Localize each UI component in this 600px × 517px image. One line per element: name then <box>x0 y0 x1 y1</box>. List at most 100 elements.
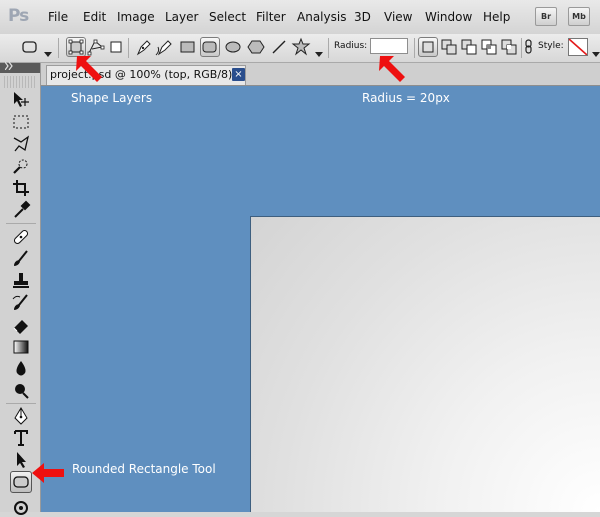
freeform-pen-button[interactable] <box>155 37 175 57</box>
ellipse-icon <box>225 41 241 53</box>
custom-shape-icon <box>291 37 311 56</box>
menu-analysis[interactable]: Analysis <box>297 10 346 24</box>
rounded-rect-icon <box>22 41 37 53</box>
menu-file[interactable]: File <box>48 10 68 24</box>
annotation-arrow <box>32 463 64 483</box>
move-icon <box>14 92 29 107</box>
pen-tool-button[interactable] <box>134 37 154 57</box>
menu-view[interactable]: View <box>384 10 412 24</box>
exclude-shape-icon <box>501 39 517 55</box>
rounded-rectangle-tool[interactable] <box>10 471 32 493</box>
menu-help[interactable]: Help <box>483 10 510 24</box>
custom-shape-tool-button[interactable] <box>291 37 311 57</box>
divider <box>128 38 129 58</box>
move-tool[interactable] <box>10 89 32 111</box>
line-icon <box>272 40 286 54</box>
pen-icon <box>14 407 28 425</box>
panel-grip[interactable] <box>4 76 36 88</box>
gradient-tool[interactable] <box>10 336 32 358</box>
link-style-button[interactable] <box>524 37 534 57</box>
lasso-tool[interactable] <box>10 133 32 155</box>
radius-input[interactable] <box>370 38 408 54</box>
pen-tool[interactable] <box>10 405 32 427</box>
exclude-overlapping-areas-button[interactable] <box>499 37 519 57</box>
divider <box>58 38 59 58</box>
radius-label: Radius: <box>334 41 368 51</box>
double-chevron-icon[interactable] <box>4 61 15 72</box>
fill-pixels-button[interactable] <box>106 37 126 57</box>
polygon-icon <box>247 40 265 54</box>
clone-stamp-tool[interactable] <box>10 270 32 292</box>
line-tool-button[interactable] <box>269 37 289 57</box>
chevron-down-icon[interactable] <box>44 43 52 62</box>
type-tool[interactable] <box>10 427 32 449</box>
add-to-shape-area-button[interactable] <box>439 37 459 57</box>
new-shape-icon <box>422 41 434 53</box>
annotation-radius: Radius = 20px <box>362 91 450 105</box>
eyedropper-tool[interactable] <box>10 199 32 221</box>
rectangle-tool-button[interactable] <box>178 37 198 57</box>
history-brush-tool[interactable] <box>10 292 32 314</box>
add-shape-icon <box>441 39 457 55</box>
bridge-button[interactable]: Br <box>535 7 557 26</box>
rectangle-icon <box>180 41 195 53</box>
history-brush-icon <box>12 294 28 310</box>
menu-window[interactable]: Window <box>425 10 472 24</box>
eraser-tool[interactable] <box>10 314 32 336</box>
chevron-down-icon[interactable] <box>315 43 323 62</box>
mini-bridge-button[interactable]: Mb <box>568 7 590 26</box>
menu-edit[interactable]: Edit <box>83 10 106 24</box>
link-icon <box>525 39 532 54</box>
stamp-icon <box>13 273 29 288</box>
rounded-rect-icon <box>202 41 217 53</box>
subtract-from-shape-area-button[interactable] <box>459 37 479 57</box>
menu-filter[interactable]: Filter <box>256 10 286 24</box>
rounded-rectangle-tool-button[interactable] <box>200 37 220 57</box>
divider <box>521 38 522 58</box>
crop-tool[interactable] <box>10 177 32 199</box>
marquee-tool[interactable] <box>10 111 32 133</box>
intersect-shape-areas-button[interactable] <box>479 37 499 57</box>
brush-icon <box>14 250 28 266</box>
crop-icon <box>13 180 29 196</box>
brush-tool[interactable] <box>10 248 32 270</box>
photoshop-logo: Ps <box>8 6 29 26</box>
ellipse-tool-button[interactable] <box>223 37 243 57</box>
dodge-tool[interactable] <box>10 380 32 402</box>
quick-selection-tool[interactable] <box>10 155 32 177</box>
dodge-icon <box>15 384 29 399</box>
divider <box>6 403 36 404</box>
lasso-icon <box>13 135 30 152</box>
divider <box>6 223 36 224</box>
create-new-shape-layer-button[interactable] <box>418 37 438 57</box>
style-picker[interactable] <box>568 38 588 56</box>
marquee-icon <box>13 115 29 129</box>
document-canvas[interactable] <box>250 216 600 512</box>
fill-pixels-icon <box>110 41 122 53</box>
close-icon[interactable]: × <box>232 68 245 81</box>
intersect-shape-icon <box>481 39 497 55</box>
polygon-tool-button[interactable] <box>246 37 266 57</box>
tool-preset-picker[interactable] <box>20 37 40 57</box>
rounded-rect-icon <box>13 476 29 488</box>
drop-icon <box>16 361 26 376</box>
menu-3d[interactable]: 3D <box>354 10 371 24</box>
chevron-down-icon[interactable] <box>592 43 600 62</box>
blur-tool[interactable] <box>10 358 32 380</box>
quick-selection-icon <box>13 159 28 174</box>
annotation-rounded-rectangle-tool: Rounded Rectangle Tool <box>72 462 216 476</box>
pen-icon <box>136 40 151 56</box>
menu-layer[interactable]: Layer <box>165 10 198 24</box>
arrow-pointer-icon <box>17 452 26 468</box>
annotation-arrow <box>379 56 405 82</box>
path-selection-tool[interactable] <box>10 449 32 471</box>
3d-rotate-tool[interactable] <box>10 495 32 517</box>
type-icon <box>14 430 28 446</box>
menu-select[interactable]: Select <box>209 10 246 24</box>
menu-image[interactable]: Image <box>117 10 155 24</box>
freeform-pen-icon <box>155 40 172 56</box>
annotation-arrow <box>76 56 102 82</box>
3d-rotate-icon <box>14 501 28 515</box>
annotation-shape-layers: Shape Layers <box>71 91 153 105</box>
healing-brush-tool[interactable] <box>10 226 32 248</box>
